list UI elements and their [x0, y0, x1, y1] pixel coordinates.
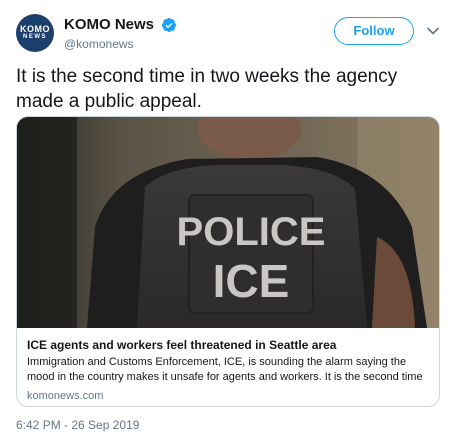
verified-badge-icon [162, 17, 177, 32]
author-names: KOMO News @komonews [64, 16, 177, 51]
link-card[interactable]: POLICE ICE ICE agents and workers feel t… [16, 116, 440, 407]
card-description: Immigration and Customs Enforcement, ICE… [27, 356, 423, 383]
chevron-down-icon[interactable] [426, 24, 440, 38]
author-handle[interactable]: @komonews [64, 37, 177, 51]
card-domain: komonews.com [27, 390, 104, 402]
avatar[interactable]: KOMO NEWS [16, 14, 54, 52]
tweet-text: It is the second time in two weeks the a… [16, 66, 398, 112]
avatar-logo-text: KOMO [20, 24, 50, 34]
tweet-timestamp[interactable]: 6:42 PM - 26 Sep 2019 [16, 418, 139, 432]
vest-ice-text: ICE [213, 255, 290, 307]
tweet-header: KOMO NEWS KOMO News @komonews Follow [16, 14, 446, 54]
vest-police-text: POLICE [177, 210, 326, 254]
author-display-name[interactable]: KOMO News [64, 16, 154, 33]
card-image: POLICE ICE [17, 117, 439, 328]
follow-button[interactable]: Follow [334, 17, 414, 45]
avatar-logo-subtext: NEWS [23, 34, 47, 40]
card-title: ICE agents and workers feel threatened i… [27, 338, 337, 352]
card-body: ICE agents and workers feel threatened i… [17, 328, 439, 403]
